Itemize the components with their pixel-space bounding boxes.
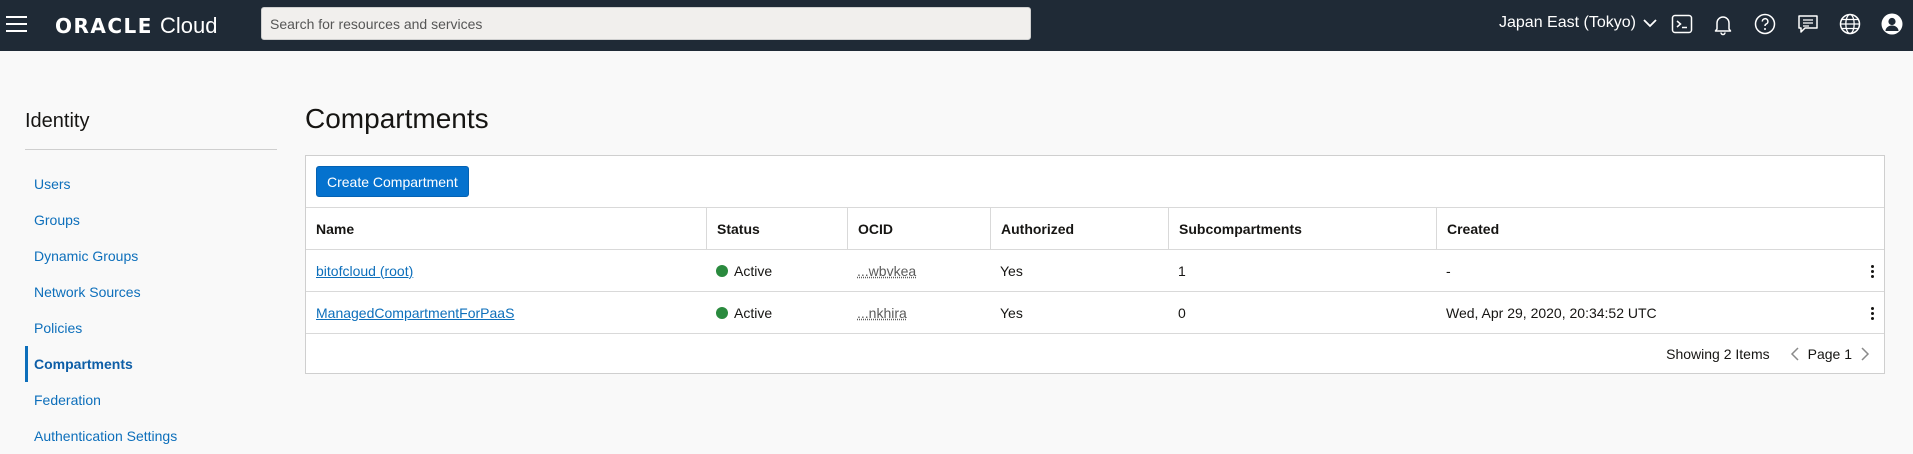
created-value: Wed, Apr 29, 2020, 20:34:52 UTC xyxy=(1436,292,1884,333)
status-text: Active xyxy=(734,305,772,321)
table-row: bitofcloud (root) Active ...wbvkea Yes 1… xyxy=(306,249,1884,291)
sidebar-nav: Users Groups Dynamic Groups Network Sour… xyxy=(25,166,277,454)
next-page-icon[interactable] xyxy=(1856,344,1874,364)
menu-icon[interactable] xyxy=(6,12,28,36)
help-icon[interactable] xyxy=(1752,11,1778,37)
product-name: Cloud xyxy=(160,13,217,39)
ocid-link[interactable]: ...wbvkea xyxy=(857,263,916,279)
chevron-down-icon xyxy=(1642,15,1658,31)
item-count: Showing 2 Items xyxy=(1666,346,1770,362)
prev-page-icon[interactable] xyxy=(1786,344,1804,364)
authorized-value: Yes xyxy=(990,292,1168,333)
column-header-subcompartments[interactable]: Subcompartments xyxy=(1168,208,1436,249)
subcompartments-value: 0 xyxy=(1168,292,1436,333)
compartment-name-link[interactable]: ManagedCompartmentForPaaS xyxy=(316,305,514,321)
globe-icon[interactable] xyxy=(1837,11,1863,37)
column-header-name[interactable]: Name xyxy=(306,208,706,249)
sidebar-item-federation[interactable]: Federation xyxy=(25,382,277,418)
column-header-authorized[interactable]: Authorized xyxy=(990,208,1168,249)
table-header-row: Name Status OCID Authorized Subcompartme… xyxy=(306,207,1884,249)
search-input[interactable] xyxy=(261,7,1031,40)
top-bar: ORACLE Cloud Japan East (Tokyo) xyxy=(0,0,1913,51)
column-header-ocid[interactable]: OCID xyxy=(847,208,990,249)
compartments-table: Name Status OCID Authorized Subcompartme… xyxy=(306,207,1884,333)
sidebar-item-authentication-settings[interactable]: Authentication Settings xyxy=(25,418,277,454)
sidebar-item-users[interactable]: Users xyxy=(25,166,277,202)
row-actions-kebab-icon[interactable] xyxy=(1866,303,1878,323)
row-actions-kebab-icon[interactable] xyxy=(1866,261,1878,281)
ocid-link[interactable]: ...nkhira xyxy=(857,305,907,321)
sidebar-item-dynamic-groups[interactable]: Dynamic Groups xyxy=(25,238,277,274)
cloud-shell-icon[interactable] xyxy=(1669,11,1695,37)
compartments-table-panel: Create Compartment Name Status OCID Auth… xyxy=(305,155,1885,374)
user-icon[interactable] xyxy=(1879,11,1905,37)
bell-icon[interactable] xyxy=(1710,11,1736,37)
oracle-cloud-logo[interactable]: ORACLE Cloud xyxy=(55,13,217,39)
page-indicator: Page 1 xyxy=(1808,346,1852,362)
created-value: - xyxy=(1436,250,1884,291)
status-text: Active xyxy=(734,263,772,279)
create-compartment-button[interactable]: Create Compartment xyxy=(316,166,469,197)
sidebar-item-compartments[interactable]: Compartments xyxy=(25,346,277,382)
column-header-created[interactable]: Created xyxy=(1436,208,1884,249)
sidebar-item-policies[interactable]: Policies xyxy=(25,310,277,346)
sidebar-item-network-sources[interactable]: Network Sources xyxy=(25,274,277,310)
brand-name: ORACLE xyxy=(55,14,153,38)
compartment-name-link[interactable]: bitofcloud (root) xyxy=(316,263,413,279)
status-active-icon xyxy=(716,265,728,277)
table-footer: Showing 2 Items Page 1 xyxy=(306,333,1884,373)
region-label: Japan East (Tokyo) xyxy=(1499,14,1636,32)
page-title: Compartments xyxy=(305,103,489,135)
sidebar-title: Identity xyxy=(25,110,89,133)
sidebar-item-groups[interactable]: Groups xyxy=(25,202,277,238)
table-row: ManagedCompartmentForPaaS Active ...nkhi… xyxy=(306,291,1884,333)
authorized-value: Yes xyxy=(990,250,1168,291)
region-selector[interactable]: Japan East (Tokyo) xyxy=(1499,14,1658,32)
subcompartments-value: 1 xyxy=(1168,250,1436,291)
column-header-status[interactable]: Status xyxy=(706,208,847,249)
chat-icon[interactable] xyxy=(1795,11,1821,37)
sidebar-divider xyxy=(25,149,277,150)
status-active-icon xyxy=(716,307,728,319)
